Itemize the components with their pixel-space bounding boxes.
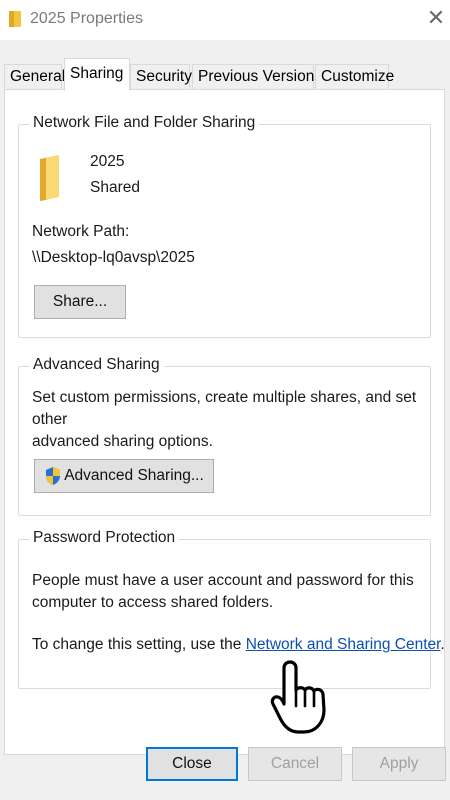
close-button[interactable]: Close bbox=[146, 747, 238, 781]
tab-general[interactable]: General bbox=[4, 64, 65, 90]
advanced-sharing-button-label: Advanced Sharing... bbox=[64, 467, 204, 484]
folder-icon bbox=[9, 11, 21, 27]
password-protection-group: Password Protection People must have a u… bbox=[18, 529, 445, 689]
sharing-panel: Network File and Folder Sharing 2025 Sha… bbox=[4, 89, 445, 755]
dialog-body: General Sharing Security Previous Versio… bbox=[0, 40, 450, 800]
shared-folder-icon bbox=[40, 155, 59, 201]
window-title: 2025 Properties bbox=[30, 10, 143, 27]
advanced-sharing-description-line1: Set custom permissions, create multiple … bbox=[32, 389, 417, 428]
password-change-suffix: . bbox=[440, 636, 445, 653]
network-sharing-center-link[interactable]: Network and Sharing Center bbox=[246, 636, 441, 653]
tab-strip: General Sharing Security Previous Versio… bbox=[4, 58, 444, 91]
tab-security[interactable]: Security bbox=[130, 64, 192, 90]
cancel-button[interactable]: Cancel bbox=[248, 747, 342, 781]
advanced-sharing-button[interactable]: Advanced Sharing... bbox=[34, 459, 214, 493]
password-change-instructions: To change this setting, use the Network … bbox=[32, 636, 445, 654]
apply-button[interactable]: Apply bbox=[352, 747, 446, 781]
advanced-sharing-group: Advanced Sharing Set custom permissions,… bbox=[18, 356, 431, 516]
tab-sharing[interactable]: Sharing bbox=[64, 58, 130, 91]
network-sharing-group: Network File and Folder Sharing 2025 Sha… bbox=[18, 114, 431, 338]
password-change-prefix: To change this setting, use the bbox=[32, 636, 246, 653]
network-path-value: \\Desktop-lq0avsp\2025 bbox=[32, 249, 195, 266]
network-sharing-title: Network File and Folder Sharing bbox=[29, 114, 260, 132]
password-protection-description-line2: computer to access shared folders. bbox=[32, 594, 274, 611]
tab-customize[interactable]: Customize bbox=[315, 64, 394, 90]
advanced-sharing-description: Set custom permissions, create multiple … bbox=[32, 387, 427, 453]
close-icon[interactable]: ✕ bbox=[424, 6, 448, 30]
title-bar: 2025 Properties ✕ bbox=[0, 0, 450, 40]
advanced-sharing-description-line2: advanced sharing options. bbox=[32, 433, 213, 450]
password-protection-title: Password Protection bbox=[29, 529, 180, 547]
folder-status: Shared bbox=[90, 179, 140, 196]
advanced-sharing-title: Advanced Sharing bbox=[29, 356, 164, 374]
tab-previous-versions[interactable]: Previous Versions bbox=[192, 64, 322, 90]
share-button[interactable]: Share... bbox=[34, 285, 126, 319]
folder-name: 2025 bbox=[90, 153, 125, 170]
uac-shield-icon bbox=[46, 466, 61, 485]
network-path-label: Network Path: bbox=[32, 223, 130, 240]
password-protection-description: People must have a user account and pass… bbox=[32, 570, 427, 614]
password-protection-description-line1: People must have a user account and pass… bbox=[32, 572, 414, 589]
